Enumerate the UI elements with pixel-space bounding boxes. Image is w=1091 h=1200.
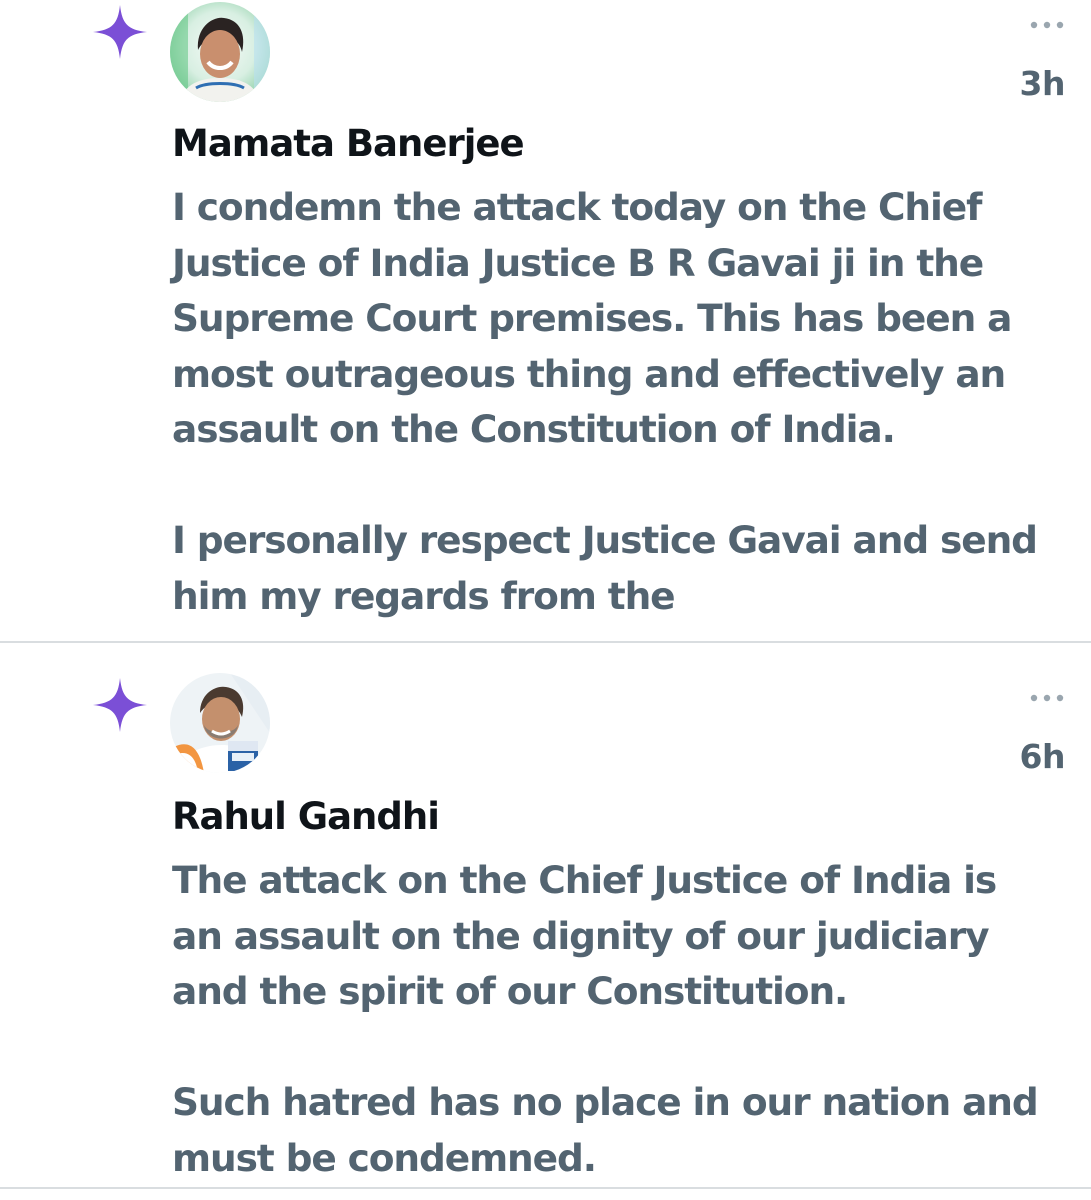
post-text-line: and the spirit of our Constitution. <box>172 969 848 1013</box>
sparkle-icon <box>93 5 147 59</box>
post-divider <box>0 1187 1091 1189</box>
post-text-line: I condemn the attack today on the Chief <box>172 185 982 229</box>
post-time: 3h <box>1019 64 1066 103</box>
post-text: I condemn the attack today on the Chief … <box>172 180 1072 624</box>
post-text-line: Justice of India Justice B R Gavai ji in… <box>172 240 984 285</box>
post-text-line: must be condemned. <box>172 1135 597 1180</box>
post-text-line: Supreme Court premises. This has been a <box>172 296 1012 340</box>
avatar[interactable] <box>170 673 270 773</box>
more-dots-icon[interactable] <box>1027 691 1067 705</box>
more-dots-icon[interactable] <box>1027 18 1067 32</box>
post-text-line: him my regards from the <box>172 573 676 618</box>
post-text-line: most outrageous thing and effectively an <box>172 351 1006 396</box>
post-text-line: assault on the Constitution of India. <box>172 407 896 451</box>
author-name[interactable]: Rahul Gandhi <box>172 795 440 838</box>
avatar[interactable] <box>170 2 270 102</box>
user-avatar <box>170 2 270 102</box>
post-text-line: The attack on the Chief Justice of India… <box>172 858 997 902</box>
post-text: The attack on the Chief Justice of India… <box>172 853 1072 1186</box>
post-time: 6h <box>1019 737 1066 776</box>
post-text-line: an assault on the dignity of our judicia… <box>172 913 990 958</box>
author-name[interactable]: Mamata Banerjee <box>172 122 525 165</box>
post[interactable]: 6h Rahul Gandhi The attack on the Chief … <box>0 643 1091 1188</box>
sparkle-icon <box>93 678 147 732</box>
post-text-line: Such hatred has no place in our nation a… <box>172 1080 1039 1124</box>
post[interactable]: 3h Mamata Banerjee I condemn the attack … <box>0 0 1091 642</box>
user-avatar <box>170 673 270 773</box>
post-text-line: I personally respect Justice Gavai and s… <box>172 518 1038 562</box>
